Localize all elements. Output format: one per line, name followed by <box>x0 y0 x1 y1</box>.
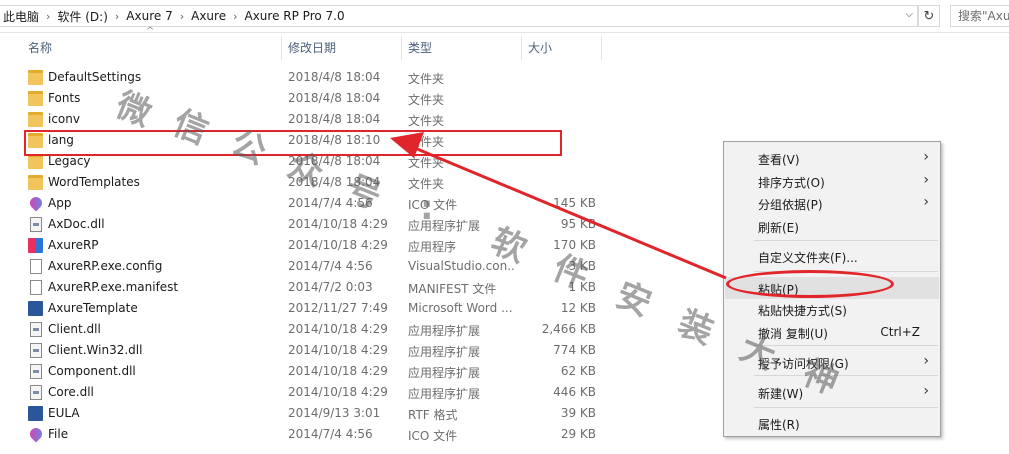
annotation-arrowhead <box>390 132 424 158</box>
watermark-char: : <box>420 188 434 228</box>
